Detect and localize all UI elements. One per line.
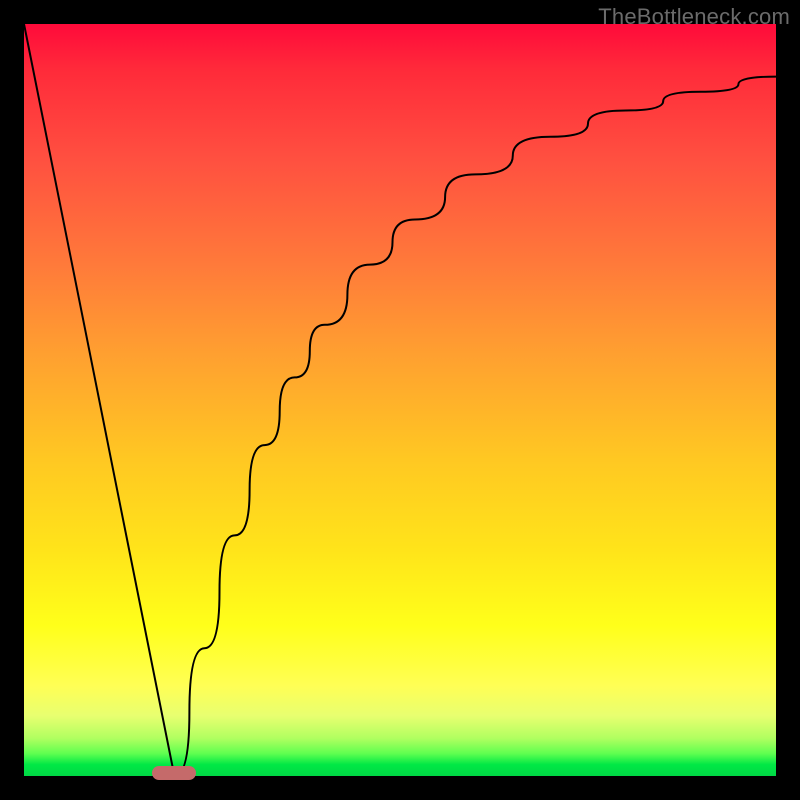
bottleneck-curve-left [24, 24, 174, 776]
chart-frame: TheBottleneck.com [0, 0, 800, 800]
curve-layer [24, 24, 776, 776]
bottleneck-curve-right [174, 77, 776, 776]
plot-area [24, 24, 776, 776]
optimal-marker [152, 766, 196, 780]
